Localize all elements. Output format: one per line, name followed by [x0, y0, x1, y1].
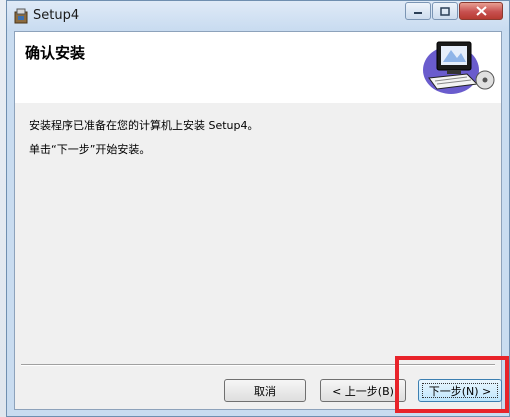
- dialog-client-area: 确认安装 安装程序已准备在您的计算机上安装 Setup4。 单击“下一步”开始安…: [14, 31, 502, 410]
- page-title: 确认安装: [25, 44, 86, 62]
- back-button[interactable]: < 上一步(B): [320, 379, 406, 402]
- minimize-icon: [414, 12, 422, 14]
- instruction-text: 单击“下一步”开始安装。: [29, 143, 151, 156]
- next-button[interactable]: 下一步(N) >: [418, 379, 502, 402]
- setup-window: Setup4 确认安装 安装程序已准备在您的计算机上安装 Setup4。 单击“…: [6, 0, 510, 417]
- window-title: Setup4: [33, 8, 80, 23]
- header-banner: 确认安装: [15, 32, 501, 103]
- computer-install-icon: [423, 41, 495, 94]
- caption-buttons: [404, 2, 503, 22]
- maximize-button[interactable]: [432, 2, 458, 20]
- minimize-button[interactable]: [405, 2, 431, 20]
- installer-icon: [14, 8, 28, 24]
- next-button-label: 下一步(N) >: [428, 384, 492, 398]
- install-ready-text: 安装程序已准备在您的计算机上安装 Setup4。: [29, 119, 259, 132]
- maximize-icon: [440, 6, 450, 16]
- title-bar[interactable]: Setup4: [7, 1, 509, 31]
- close-button[interactable]: [459, 2, 503, 20]
- footer-divider: [21, 364, 495, 366]
- cancel-button[interactable]: 取消: [224, 379, 306, 402]
- close-icon: [475, 6, 487, 16]
- banner-divider: [15, 102, 501, 103]
